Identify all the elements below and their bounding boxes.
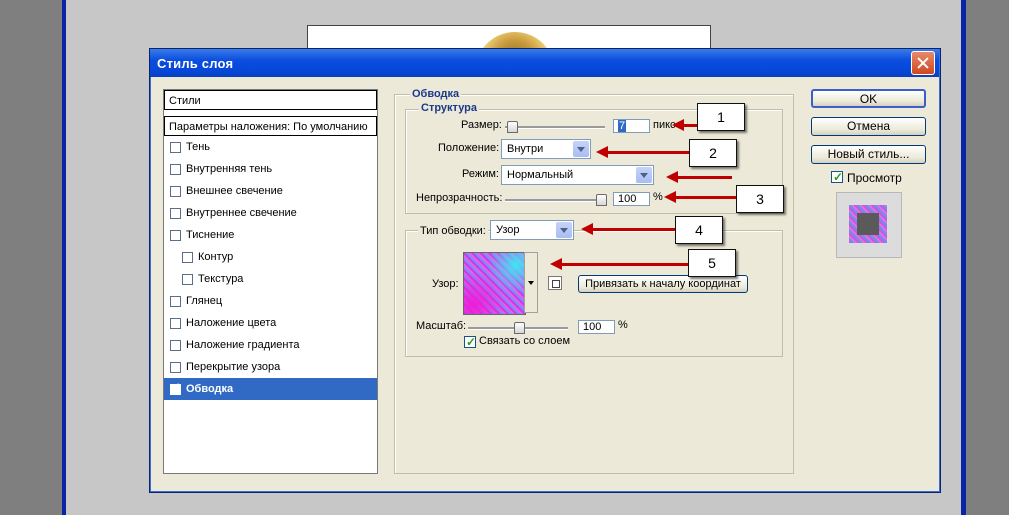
workspace-left [0, 0, 66, 515]
cancel-button[interactable]: Отмена [811, 117, 926, 136]
opacity-slider-thumb[interactable] [596, 194, 607, 206]
position-select[interactable]: Внутри [501, 139, 591, 159]
style-checkbox[interactable] [170, 296, 181, 307]
new-pattern-preset-icon[interactable] [548, 276, 562, 290]
size-slider-thumb[interactable] [507, 121, 518, 133]
style-checkbox[interactable] [170, 340, 181, 351]
snap-to-origin-button[interactable]: Привязать к началу координат [578, 275, 748, 293]
callout-2: 2 [689, 139, 737, 167]
style-checkbox[interactable] [170, 186, 181, 197]
size-input[interactable]: 7 [613, 119, 650, 133]
style-checkbox[interactable] [170, 230, 181, 241]
style-list-item[interactable]: Наложение градиента [164, 334, 377, 356]
scale-unit: % [618, 319, 628, 331]
style-checkbox[interactable] [170, 362, 181, 373]
style-list-item[interactable]: Глянец [164, 290, 377, 312]
style-list-item-label: Наложение цвета [186, 317, 277, 329]
style-checkbox[interactable] [170, 142, 181, 153]
stroke-group-title: Обводка [410, 88, 462, 100]
callout-4: 4 [675, 216, 723, 244]
scale-label: Масштаб: [416, 320, 467, 332]
blend-mode-select[interactable]: Нормальный [501, 165, 654, 185]
workspace-right [966, 0, 1009, 515]
arrow-4-line [592, 228, 675, 231]
new-style-button[interactable]: Новый стиль... [811, 145, 926, 164]
link-with-layer-label: Связать со слоем [479, 335, 571, 347]
style-list: Стили Параметры наложения: По умолчанию … [163, 89, 378, 474]
style-list-item-label: Внутреннее свечение [186, 207, 297, 219]
style-list-item-label: Глянец [186, 295, 223, 307]
preview-checkbox[interactable]: ✓ [831, 170, 844, 184]
size-value: 7 [618, 120, 627, 132]
chevron-down-icon [573, 141, 589, 157]
structure-group-title: Структура [419, 102, 479, 114]
style-list-item[interactable]: ✓ Обводка [164, 378, 377, 400]
chevron-down-icon [556, 222, 572, 238]
style-checkbox[interactable] [170, 318, 181, 329]
scale-slider-thumb[interactable] [514, 322, 525, 334]
callout-3: 3 [736, 185, 784, 213]
style-list-item[interactable]: Перекрытие узора [164, 356, 377, 378]
arrow-3a-line [677, 176, 732, 179]
size-slider-track[interactable] [505, 126, 605, 129]
fill-type-value: Узор [496, 224, 520, 236]
style-list-item-label: Обводка [186, 383, 234, 395]
style-list-item[interactable]: Контур [164, 246, 377, 268]
chevron-down-icon [636, 167, 652, 183]
pattern-swatch[interactable] [463, 252, 526, 315]
fill-type-select[interactable]: Узор [490, 220, 574, 240]
position-label: Положение: [438, 142, 500, 154]
preview-fill [857, 213, 879, 235]
ok-button[interactable]: OK [811, 89, 926, 108]
checkmark-icon: ✓ [833, 170, 844, 184]
close-button[interactable] [911, 51, 935, 75]
style-list-item[interactable]: Внешнее свечение [164, 180, 377, 202]
opacity-label: Непрозрачность: [416, 192, 503, 204]
style-list-item-label: Текстура [198, 273, 244, 285]
style-checkbox[interactable]: ✓ [170, 382, 181, 395]
dialog-title: Стиль слоя [157, 56, 234, 71]
style-list-item-label: Внутренняя тень [186, 163, 273, 175]
blend-mode-label: Режим: [462, 168, 499, 180]
pattern-label: Узор: [432, 278, 459, 290]
style-list-item-label: Тиснение [186, 229, 235, 241]
style-list-item[interactable]: Внутренняя тень [164, 158, 377, 180]
opacity-unit: % [653, 191, 663, 203]
pattern-picker-dropdown[interactable] [524, 252, 538, 313]
callout-5: 5 [688, 249, 736, 277]
style-list-header[interactable]: Стили [164, 90, 377, 110]
style-checkbox[interactable] [170, 208, 181, 219]
style-list-item[interactable]: Внутреннее свечение [164, 202, 377, 224]
size-label: Размер: [461, 119, 502, 131]
style-list-item[interactable]: Тиснение [164, 224, 377, 246]
dialog-titlebar[interactable] [150, 49, 939, 77]
style-list-item[interactable]: Тень [164, 136, 377, 158]
callout-1: 1 [697, 103, 745, 131]
arrow-1-line [683, 124, 697, 127]
arrow-5-line [561, 263, 688, 266]
link-with-layer-checkbox[interactable]: ✓ [464, 335, 477, 349]
blend-mode-value: Нормальный [507, 169, 574, 181]
preview-label: Просмотр [847, 171, 902, 185]
checkmark-icon: ✓ [172, 382, 181, 393]
position-value: Внутри [507, 143, 544, 155]
style-list-item[interactable]: Наложение цвета [164, 312, 377, 334]
opacity-slider-track[interactable] [505, 199, 605, 202]
style-list-item-label: Перекрытие узора [186, 361, 281, 373]
style-checkbox[interactable] [182, 274, 193, 285]
checkmark-icon: ✓ [466, 335, 477, 349]
style-list-item[interactable]: Текстура [164, 268, 377, 290]
style-list-item-label: Тень [186, 141, 211, 153]
fill-type-label: Тип обводки: [418, 225, 488, 237]
style-checkbox[interactable] [182, 252, 193, 263]
arrow-3b-line [675, 196, 736, 199]
style-list-item-label: Контур [198, 251, 234, 263]
style-checkbox[interactable] [170, 164, 181, 175]
opacity-input[interactable]: 100 [613, 192, 650, 206]
arrow-2-line [607, 151, 689, 154]
blending-options-item[interactable]: Параметры наложения: По умолчанию [164, 116, 377, 136]
style-list-item-label: Внешнее свечение [186, 185, 283, 197]
style-list-item-label: Наложение градиента [186, 339, 300, 351]
scale-input[interactable]: 100 [578, 320, 615, 334]
